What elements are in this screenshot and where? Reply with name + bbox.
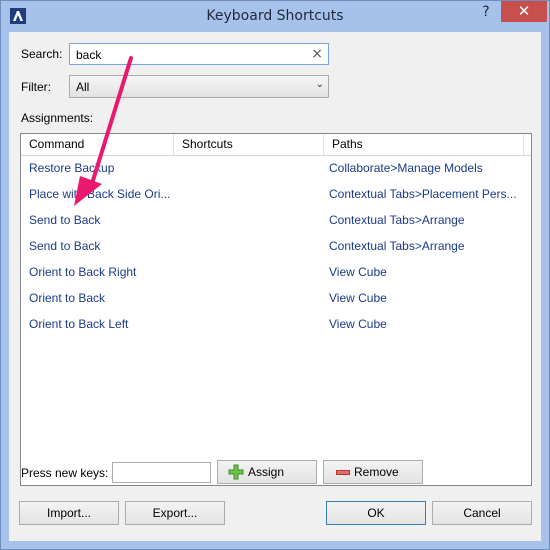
press-new-keys-label: Press new keys: — [21, 466, 109, 480]
close-button[interactable]: ✕ — [501, 1, 547, 22]
clear-search-icon[interactable]: × — [311, 46, 323, 62]
filter-label: Filter: — [21, 80, 51, 94]
command-cell: Restore Backup — [29, 161, 115, 175]
table-header: Command Shortcuts Paths — [21, 134, 531, 156]
command-cell: Send to Back — [29, 239, 101, 253]
minus-icon — [336, 470, 350, 475]
column-header-paths[interactable]: Paths — [324, 134, 524, 155]
table-row[interactable]: Send to Back Contextual Tabs>Arrange — [21, 208, 531, 234]
keyboard-shortcuts-dialog: Keyboard Shortcuts ? ✕ Search: back × Fi… — [0, 0, 550, 550]
filter-dropdown[interactable]: All ⌄ — [69, 75, 329, 98]
ok-button[interactable]: OK — [326, 501, 426, 525]
column-header-command[interactable]: Command — [21, 134, 174, 155]
search-value: back — [76, 48, 102, 62]
path-cell: Contextual Tabs>Arrange — [329, 239, 465, 253]
assignments-table[interactable]: Command Shortcuts Paths Restore Backup C… — [20, 133, 532, 486]
filter-value: All — [76, 80, 90, 94]
plus-icon — [228, 464, 244, 480]
path-cell: Collaborate>Manage Models — [329, 161, 483, 175]
import-button[interactable]: Import... — [19, 501, 119, 525]
command-cell: Orient to Back Left — [29, 317, 129, 331]
title-bar[interactable]: Keyboard Shortcuts ? ✕ — [1, 1, 549, 32]
search-label: Search: — [21, 47, 63, 61]
dialog-body: Search: back × Filter: All ⌄ Assignments… — [9, 32, 541, 541]
dialog-title: Keyboard Shortcuts — [206, 8, 344, 24]
search-input[interactable]: back × — [69, 43, 329, 65]
table-row[interactable]: Orient to Back Right View Cube — [21, 260, 531, 286]
assignments-label: Assignments: — [21, 111, 94, 125]
table-row[interactable]: Send to Back Contextual Tabs>Arrange — [21, 234, 531, 260]
command-cell: Place with Back Side Ori... — [29, 187, 171, 201]
column-header-shortcuts[interactable]: Shortcuts — [174, 134, 324, 155]
new-keys-input[interactable] — [112, 462, 211, 483]
command-cell: Orient to Back — [29, 291, 106, 305]
table-row[interactable]: Orient to Back View Cube — [21, 286, 531, 312]
table-row[interactable]: Orient to Back Left View Cube — [21, 312, 531, 338]
assign-button[interactable]: Assign — [217, 460, 317, 484]
table-row[interactable]: Restore Backup Collaborate>Manage Models — [21, 156, 531, 182]
path-cell: Contextual Tabs>Placement Pers... — [329, 187, 517, 201]
path-cell: View Cube — [329, 291, 387, 305]
cancel-button[interactable]: Cancel — [432, 501, 532, 525]
command-cell: Orient to Back Right — [29, 265, 137, 279]
path-cell: View Cube — [329, 317, 387, 331]
table-row[interactable]: Place with Back Side Ori... Contextual T… — [21, 182, 531, 208]
export-button[interactable]: Export... — [125, 501, 225, 525]
remove-button[interactable]: Remove — [323, 460, 423, 484]
command-cell: Send to Back — [29, 213, 101, 227]
assign-label: Assign — [248, 465, 285, 479]
path-cell: View Cube — [329, 265, 387, 279]
path-cell: Contextual Tabs>Arrange — [329, 213, 465, 227]
remove-label: Remove — [354, 465, 399, 479]
chevron-down-icon: ⌄ — [315, 79, 324, 90]
help-button[interactable]: ? — [471, 1, 501, 23]
